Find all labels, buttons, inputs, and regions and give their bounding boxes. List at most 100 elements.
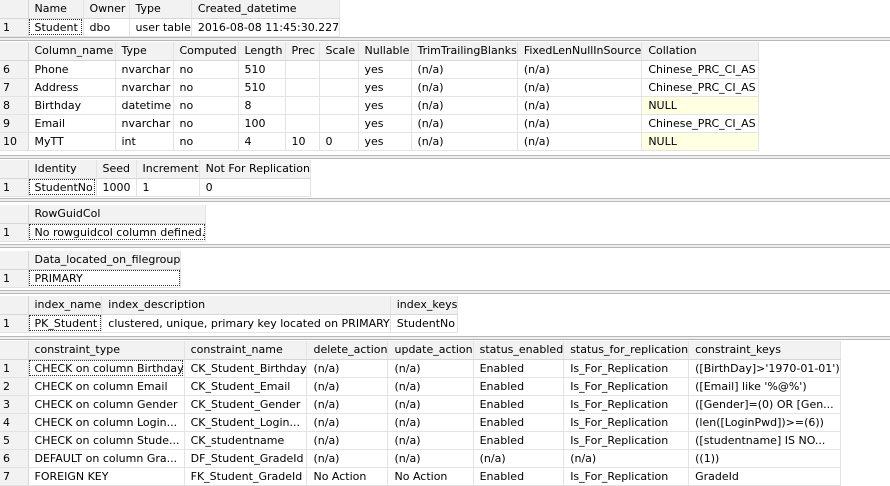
grid-cell[interactable]: 0 [319,132,359,151]
grid-cell[interactable] [319,96,359,115]
column-header[interactable]: update_action [387,341,474,360]
filegroup-grid[interactable]: Data_located_on_filegroup 1 PRIMARY [0,251,182,288]
grid-cell[interactable]: yes [358,78,412,97]
grid-cell[interactable]: Enabled [473,431,565,450]
grid-cell[interactable]: Chinese_PRC_CI_AS [641,78,760,97]
grid-cell[interactable]: (n/a) [306,431,389,450]
grid-cell[interactable]: (n/a) [387,449,474,468]
row-number[interactable]: 3 [0,395,29,414]
row-number[interactable]: 1 [0,359,29,378]
grid-cell[interactable]: (n/a) [306,377,389,396]
row-number[interactable]: 6 [0,449,29,468]
grid-cell[interactable]: PRIMARY [28,269,182,288]
grid-cell[interactable]: (n/a) [306,449,389,468]
grid-cell[interactable]: (n/a) [306,395,389,414]
grid-cell[interactable]: (n/a) [387,377,474,396]
grid-cell[interactable]: int [115,132,174,151]
grid-cell[interactable] [285,114,320,133]
row-number[interactable]: 1 [0,223,29,242]
column-header[interactable]: Owner [83,0,130,19]
column-header[interactable]: status_enabled [473,341,565,360]
table-row[interactable]: 9 Email nvarchar no 100 yes (n/a) (n/a) … [0,114,760,133]
column-header[interactable]: constraint_name [184,341,308,360]
column-header[interactable]: Type [115,42,174,61]
grid-cell[interactable]: (n/a) [411,78,518,97]
grid-cell[interactable]: no [173,78,239,97]
grid-cell[interactable] [319,60,359,79]
column-header[interactable]: Column_name [28,42,116,61]
grid-cell[interactable]: (n/a) [517,114,643,133]
grid-cell[interactable]: CK_Student_Birthday [184,359,308,378]
row-number[interactable]: 7 [0,467,29,486]
grid-cell[interactable]: (n/a) [411,96,518,115]
row-number[interactable]: 10 [0,132,29,151]
table-row[interactable]: 7 Address nvarchar no 510 yes (n/a) (n/a… [0,78,760,97]
grid-cell[interactable]: (n/a) [563,449,690,468]
grid-cell[interactable]: Is_For_Replication [563,467,690,486]
column-header[interactable]: delete_action [306,341,389,360]
table-row[interactable]: 4 CHECK on column Login... CK_Student_Lo… [0,413,841,432]
table-row[interactable]: 1 Student dbo user table 2016-08-08 11:4… [0,18,341,37]
column-header[interactable]: Collation [641,42,760,61]
grid-cell[interactable]: No rowguidcol column defined. [28,223,207,242]
column-header[interactable]: Seed [96,160,137,179]
grid-cell[interactable]: Address [28,78,116,97]
grid-cell[interactable]: (n/a) [387,359,474,378]
column-header[interactable]: Scale [319,42,359,61]
column-header[interactable]: Name [28,0,84,19]
grid-cell[interactable]: yes [358,60,412,79]
grid-cell[interactable]: (n/a) [517,78,643,97]
grid-cell[interactable]: CHECK on column Stude... [28,431,185,450]
grid-cell[interactable]: ([BirthDay]>'1970-01-01') [688,359,841,378]
grid-cell[interactable]: (n/a) [387,413,474,432]
grid-cell[interactable]: Is_For_Replication [563,431,690,450]
grid-cell[interactable]: nvarchar [115,78,174,97]
column-header[interactable]: Nullable [358,42,412,61]
grid-cell[interactable]: ([Email] like '%@%') [688,377,841,396]
table-row[interactable]: 5 CHECK on column Stude... CK_studentnam… [0,431,841,450]
grid-cell[interactable]: (n/a) [387,431,474,450]
table-row[interactable]: 7 FOREIGN KEY FK_Student_GradeId No Acti… [0,467,841,486]
constraints-grid[interactable]: constraint_type constraint_name delete_a… [0,341,841,486]
grid-cell[interactable]: 510 [238,78,286,97]
grid-cell[interactable]: 10 [285,132,320,151]
grid-cell[interactable]: (len([LoginPwd])>=(6)) [688,413,841,432]
table-row[interactable]: 1 No rowguidcol column defined. [0,223,207,242]
row-number[interactable]: 9 [0,114,29,133]
grid-cell[interactable]: 2016-08-08 11:45:30.227 [191,18,341,37]
grid-cell[interactable]: (n/a) [306,359,389,378]
grid-cell[interactable]: Enabled [473,359,565,378]
grid-cell[interactable]: yes [358,96,412,115]
indexes-grid[interactable]: index_name index_description index_keys … [0,296,459,333]
grid-cell[interactable]: (n/a) [306,413,389,432]
column-header[interactable]: index_keys [390,296,459,315]
table-row[interactable]: 6 DEFAULT on column Gra... DF_Student_Gr… [0,449,841,468]
grid-cell[interactable]: Email [28,114,116,133]
table-info-grid[interactable]: Name Owner Type Created_datetime 1 Stude… [0,0,341,37]
grid-cell[interactable]: (n/a) [517,96,643,115]
row-number[interactable]: 7 [0,78,29,97]
grid-cell[interactable]: No Action [306,467,389,486]
grid-cell[interactable]: Enabled [473,467,565,486]
grid-cell[interactable]: Chinese_PRC_CI_AS [641,60,760,79]
grid-cell[interactable] [319,78,359,97]
grid-cell[interactable]: CK_Student_Login... [184,413,308,432]
grid-cell[interactable]: GradeId [688,467,841,486]
grid-cell[interactable]: CHECK on column Email [28,377,185,396]
grid-cell[interactable]: PK_Student [28,314,103,333]
grid-cell[interactable]: 0 [199,178,311,197]
grid-cell[interactable] [285,60,320,79]
grid-cell[interactable]: CK_studentname [184,431,308,450]
column-header[interactable]: status_for_replication [563,341,690,360]
column-header[interactable]: TrimTrailingBlanks [411,42,518,61]
row-number[interactable]: 5 [0,431,29,450]
grid-cell[interactable]: nvarchar [115,114,174,133]
table-row[interactable]: 6 Phone nvarchar no 510 yes (n/a) (n/a) … [0,60,760,79]
grid-splitter[interactable] [0,198,890,202]
grid-cell[interactable]: 1000 [96,178,137,197]
grid-cell[interactable]: No Action [387,467,474,486]
table-row[interactable]: 2 CHECK on column Email CK_Student_Email… [0,377,841,396]
grid-cell[interactable]: (n/a) [411,132,518,151]
grid-splitter[interactable] [0,336,890,340]
grid-cell[interactable]: CHECK on column Login... [28,413,185,432]
